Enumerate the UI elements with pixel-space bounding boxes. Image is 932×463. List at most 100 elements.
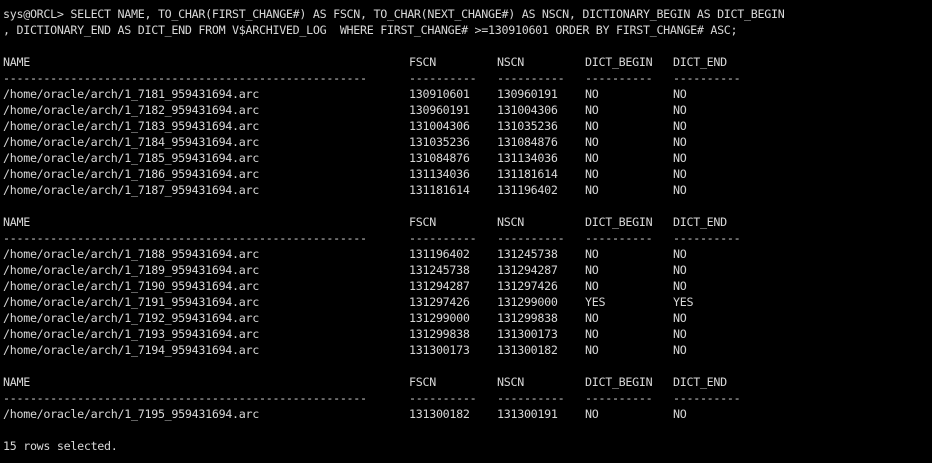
cell-nscn: 131196402 (497, 183, 558, 197)
cell-nscn: 131299000 (497, 295, 558, 309)
cell-dict-end: YES (673, 295, 694, 309)
separator-dict-end: ---------- (673, 231, 741, 245)
cell-fscn: 131084876 (409, 151, 470, 165)
header-dict-end: DICT_END (673, 215, 727, 229)
table-row: /home/oracle/arch/1_7182_959431694.arc 1… (3, 102, 932, 118)
cell-fscn: 130960191 (409, 103, 470, 117)
header-fscn: FSCN (409, 375, 436, 389)
table-row: /home/oracle/arch/1_7191_959431694.arc 1… (3, 294, 932, 310)
table-row: /home/oracle/arch/1_7194_959431694.arc 1… (3, 342, 932, 358)
cell-nscn: 131181614 (497, 167, 558, 181)
separator-nscn: ---------- (497, 71, 565, 85)
table-row: /home/oracle/arch/1_7181_959431694.arc 1… (3, 86, 932, 102)
separator-name: ----------------------------------------… (3, 71, 367, 85)
separator-dict-end: ---------- (673, 391, 741, 405)
cell-nscn: 131084876 (497, 135, 558, 149)
table-row: /home/oracle/arch/1_7186_959431694.arc 1… (3, 166, 932, 182)
result-block-1: NAME FSCN NSCN DICT_BEGIN DICT_END -----… (3, 54, 932, 198)
cell-fscn: 131181614 (409, 183, 470, 197)
cell-fscn: 131300182 (409, 407, 470, 421)
cell-name: /home/oracle/arch/1_7189_959431694.arc (3, 263, 259, 277)
table-row: /home/oracle/arch/1_7188_959431694.arc 1… (3, 246, 932, 262)
cell-dict-end: NO (673, 183, 687, 197)
cell-dict-begin: NO (585, 135, 599, 149)
cell-fscn: 131004306 (409, 119, 470, 133)
separator-nscn: ---------- (497, 391, 565, 405)
header-dict-begin: DICT_BEGIN (585, 215, 653, 229)
separator-nscn: ---------- (497, 231, 565, 245)
table-row: /home/oracle/arch/1_7195_959431694.arc 1… (3, 406, 932, 422)
cell-nscn: 130960191 (497, 87, 558, 101)
column-header-row: NAME FSCN NSCN DICT_BEGIN DICT_END (3, 214, 932, 230)
table-row: /home/oracle/arch/1_7190_959431694.arc 1… (3, 278, 932, 294)
cell-dict-end: NO (673, 87, 687, 101)
separator-row: ---------- ---------- ---------- ----------… (3, 390, 932, 406)
cell-nscn: 131299838 (497, 311, 558, 325)
result-block-2: NAME FSCN NSCN DICT_BEGIN DICT_END -----… (3, 214, 932, 358)
cell-dict-begin: YES (585, 295, 606, 309)
command-line-1: sys@ORCL> SELECT NAME, TO_CHAR(FIRST_CHA… (3, 7, 785, 21)
cell-nscn: 131297426 (497, 279, 558, 293)
cell-dict-begin: NO (585, 327, 599, 341)
cell-dict-begin: NO (585, 407, 599, 421)
column-header-row: NAME FSCN NSCN DICT_BEGIN DICT_END (3, 374, 932, 390)
cell-name: /home/oracle/arch/1_7195_959431694.arc (3, 407, 259, 421)
cell-name: /home/oracle/arch/1_7188_959431694.arc (3, 247, 259, 261)
cell-name: /home/oracle/arch/1_7185_959431694.arc (3, 151, 259, 165)
header-name: NAME (3, 55, 30, 69)
cell-name: /home/oracle/arch/1_7192_959431694.arc (3, 311, 259, 325)
header-name: NAME (3, 215, 30, 229)
cell-dict-begin: NO (585, 311, 599, 325)
cell-name: /home/oracle/arch/1_7182_959431694.arc (3, 103, 259, 117)
header-fscn: FSCN (409, 55, 436, 69)
cell-name: /home/oracle/arch/1_7187_959431694.arc (3, 183, 259, 197)
cell-dict-end: NO (673, 167, 687, 181)
command-line-2: , DICTIONARY_END AS DICT_END FROM V$ARCH… (3, 23, 738, 37)
cell-dict-end: NO (673, 311, 687, 325)
cell-name: /home/oracle/arch/1_7191_959431694.arc (3, 295, 259, 309)
header-nscn: NSCN (497, 215, 524, 229)
table-row: /home/oracle/arch/1_7183_959431694.arc 1… (3, 118, 932, 134)
cell-dict-end: NO (673, 119, 687, 133)
cell-dict-end: NO (673, 279, 687, 293)
cell-nscn: 131004306 (497, 103, 558, 117)
header-dict-end: DICT_END (673, 375, 727, 389)
cell-fscn: 131196402 (409, 247, 470, 261)
cell-dict-end: NO (673, 247, 687, 261)
separator-fscn: ---------- (409, 391, 477, 405)
table-row: /home/oracle/arch/1_7184_959431694.arc 1… (3, 134, 932, 150)
cell-fscn: 131300173 (409, 343, 470, 357)
cell-name: /home/oracle/arch/1_7184_959431694.arc (3, 135, 259, 149)
separator-fscn: ---------- (409, 231, 477, 245)
header-fscn: FSCN (409, 215, 436, 229)
separator-fscn: ---------- (409, 71, 477, 85)
table-row: /home/oracle/arch/1_7193_959431694.arc 1… (3, 326, 932, 342)
table-row: /home/oracle/arch/1_7189_959431694.arc 1… (3, 262, 932, 278)
cell-dict-begin: NO (585, 343, 599, 357)
cell-dict-begin: NO (585, 263, 599, 277)
terminal-window[interactable]: sys@ORCL> SELECT NAME, TO_CHAR(FIRST_CHA… (0, 0, 932, 463)
cell-dict-begin: NO (585, 151, 599, 165)
separator-dict-begin: ---------- (585, 231, 653, 245)
cell-dict-end: NO (673, 343, 687, 357)
cell-name: /home/oracle/arch/1_7183_959431694.arc (3, 119, 259, 133)
cell-nscn: 131134036 (497, 151, 558, 165)
header-dict-end: DICT_END (673, 55, 727, 69)
cell-fscn: 131245738 (409, 263, 470, 277)
header-dict-begin: DICT_BEGIN (585, 375, 653, 389)
cell-fscn: 131299000 (409, 311, 470, 325)
separator-name: ----------------------------------------… (3, 231, 367, 245)
header-nscn: NSCN (497, 55, 524, 69)
cell-dict-begin: NO (585, 183, 599, 197)
cell-dict-begin: NO (585, 119, 599, 133)
cell-dict-end: NO (673, 407, 687, 421)
rows-selected-message: 15 rows selected. (3, 439, 118, 453)
separator-row: ---------- ---------- ---------- ----------… (3, 230, 932, 246)
separator-dict-begin: ---------- (585, 71, 653, 85)
cell-fscn: 131134036 (409, 167, 470, 181)
cell-dict-end: NO (673, 103, 687, 117)
